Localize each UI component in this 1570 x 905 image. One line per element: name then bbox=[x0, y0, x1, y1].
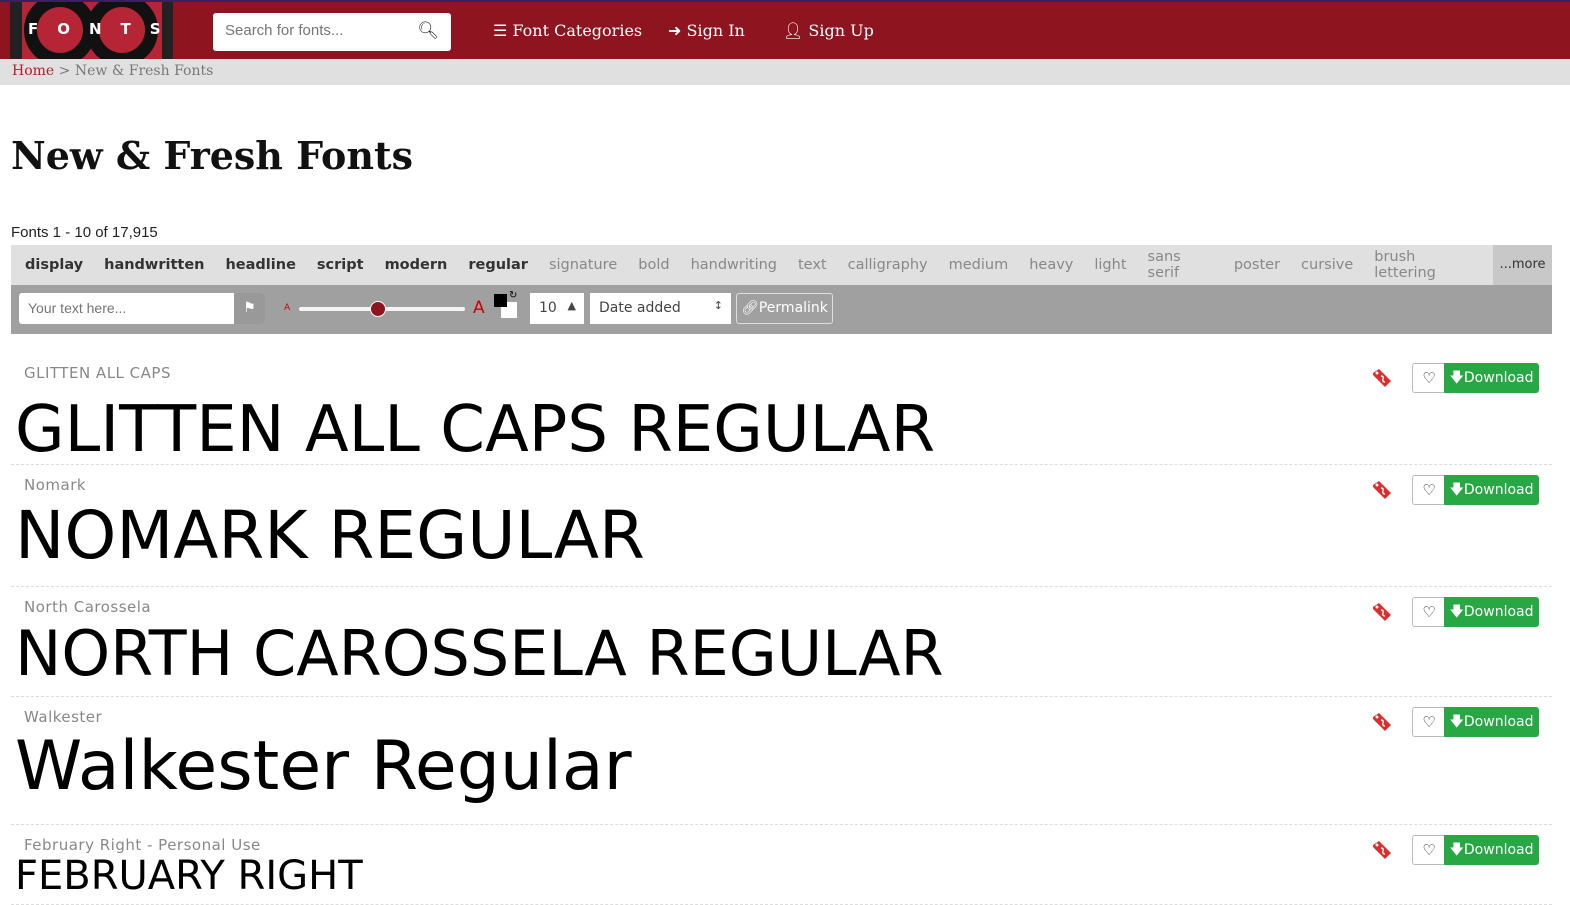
tag-medium[interactable]: medium bbox=[949, 257, 1009, 273]
swap-colors-icon[interactable]: ↻ bbox=[509, 290, 517, 301]
favorite-button[interactable]: ♡ bbox=[1412, 475, 1445, 505]
preview-text-field: ⚑ bbox=[19, 293, 265, 324]
tag-filter-bar: display handwritten headline script modern re… bbox=[11, 245, 1552, 285]
heart-icon: ♡ bbox=[1422, 481, 1436, 499]
site-header: FONTS 🔍︎ ☰ Font Categories ➜ Sign In 👤︎ … bbox=[0, 0, 1570, 60]
price-tag-icon[interactable] bbox=[1371, 479, 1393, 501]
tag-headline[interactable]: headline bbox=[225, 257, 295, 273]
download-button[interactable]: 🡇︎Download bbox=[1444, 707, 1539, 737]
font-name-link[interactable]: February Right - Personal Use bbox=[24, 836, 261, 854]
search-box: 🔍︎ bbox=[213, 13, 451, 51]
nav-font-categories[interactable]: ☰ Font Categories bbox=[493, 21, 642, 40]
size-slider-handle[interactable] bbox=[370, 301, 386, 317]
breadcrumb-separator: > bbox=[58, 63, 71, 79]
tag-script[interactable]: script bbox=[317, 257, 364, 273]
font-entry: February Right - Personal Use FEBRUARY R… bbox=[11, 825, 1552, 905]
arrow-down-icon: 🡇︎ bbox=[1449, 482, 1464, 498]
font-entry: Walkester Walkester Regular ♡ 🡇︎Download bbox=[11, 697, 1552, 825]
favorite-button[interactable]: ♡ bbox=[1412, 363, 1445, 393]
tag-text[interactable]: text bbox=[798, 257, 827, 273]
tag-sans-serif[interactable]: sans serif bbox=[1148, 249, 1213, 281]
font-entry: North Carossela NORTH CAROSSELA REGULAR … bbox=[11, 587, 1552, 697]
tag-handwriting[interactable]: handwriting bbox=[691, 257, 777, 273]
download-button[interactable]: 🡇︎Download bbox=[1444, 475, 1539, 505]
price-tag-icon[interactable] bbox=[1371, 839, 1393, 861]
tag-signature[interactable]: signature bbox=[549, 257, 617, 273]
tag-light[interactable]: light bbox=[1094, 257, 1126, 273]
tag-brush-lettering[interactable]: brush lettering bbox=[1374, 249, 1475, 281]
font-preview[interactable]: NORTH CAROSSELA REGULAR bbox=[15, 617, 944, 690]
foreground-color-swatch[interactable] bbox=[494, 294, 507, 307]
breadcrumb-home[interactable]: Home bbox=[12, 63, 54, 79]
tag-poster[interactable]: poster bbox=[1234, 257, 1280, 273]
tag-handwritten[interactable]: handwritten bbox=[104, 257, 204, 273]
font-preview[interactable]: FEBRUARY RIGHT bbox=[15, 853, 363, 899]
arrow-down-icon: 🡇︎ bbox=[1449, 604, 1464, 620]
search-input[interactable] bbox=[225, 22, 415, 39]
search-icon[interactable]: 🔍︎ bbox=[417, 21, 439, 41]
font-name-link[interactable]: North Carossela bbox=[24, 598, 151, 616]
tag-regular[interactable]: regular bbox=[468, 257, 528, 273]
preview-text-input[interactable] bbox=[28, 300, 228, 316]
favorite-button[interactable]: ♡ bbox=[1412, 707, 1445, 737]
favorite-button[interactable]: ♡ bbox=[1412, 597, 1445, 627]
font-list: GLITTEN ALL CAPS GLITTEN ALL CAPS REGULA… bbox=[11, 353, 1552, 905]
logo-text: FONTS bbox=[28, 20, 173, 38]
select-arrows-icon: ▲︎ bbox=[567, 299, 576, 312]
favorite-button[interactable]: ♡ bbox=[1412, 835, 1445, 865]
price-tag-icon[interactable] bbox=[1371, 601, 1393, 623]
arrow-down-icon: 🡇︎ bbox=[1449, 842, 1464, 858]
sort-select[interactable]: Date added ↕ bbox=[590, 293, 731, 324]
tag-icon[interactable]: ⚑ bbox=[234, 293, 265, 324]
font-name-link[interactable]: Walkester bbox=[24, 708, 102, 726]
size-large-label: A bbox=[473, 298, 485, 318]
per-page-select[interactable]: 10 ▲︎ bbox=[530, 293, 584, 324]
font-name-link[interactable]: GLITTEN ALL CAPS bbox=[24, 364, 171, 382]
size-small-label: A bbox=[284, 303, 291, 313]
price-tag-icon[interactable] bbox=[1371, 711, 1393, 733]
select-arrows-icon: ↕ bbox=[713, 299, 723, 312]
download-button[interactable]: 🡇︎Download bbox=[1444, 363, 1539, 393]
tag-bold[interactable]: bold bbox=[638, 257, 669, 273]
font-name-link[interactable]: Nomark bbox=[24, 476, 86, 494]
download-button[interactable]: 🡇︎Download bbox=[1444, 597, 1539, 627]
permalink-button[interactable]: 🔗︎Permalink bbox=[736, 293, 833, 324]
menu-icon: ☰ bbox=[493, 21, 508, 40]
result-count: Fonts 1 - 10 of 17,915 bbox=[11, 224, 158, 241]
heart-icon: ♡ bbox=[1422, 603, 1436, 621]
tag-calligraphy[interactable]: calligraphy bbox=[848, 257, 928, 273]
price-tag-icon[interactable] bbox=[1371, 367, 1393, 389]
font-preview[interactable]: NOMARK REGULAR bbox=[15, 497, 645, 574]
user-icon: 👤︎ bbox=[783, 21, 804, 40]
font-entry: GLITTEN ALL CAPS GLITTEN ALL CAPS REGULA… bbox=[11, 353, 1552, 465]
breadcrumb-current: New & Fresh Fonts bbox=[74, 63, 214, 79]
link-icon: 🔗︎ bbox=[741, 300, 759, 316]
preview-controls: ⚑ A A ↻ 10▲︎ Date added↕ 🔗︎Permalink bbox=[11, 285, 1552, 334]
tag-modern[interactable]: modern bbox=[385, 257, 448, 273]
heart-icon: ♡ bbox=[1422, 841, 1436, 859]
heart-icon: ♡ bbox=[1422, 713, 1436, 731]
font-preview[interactable]: Walkester Regular bbox=[15, 727, 632, 806]
arrow-down-icon: 🡇︎ bbox=[1449, 714, 1464, 730]
more-tags-button[interactable]: ...more bbox=[1493, 245, 1552, 285]
logo[interactable]: FONTS bbox=[10, 2, 173, 60]
tag-cursive[interactable]: cursive bbox=[1301, 257, 1353, 273]
breadcrumb: Home > New & Fresh Fonts bbox=[0, 59, 1570, 85]
font-preview[interactable]: GLITTEN ALL CAPS REGULAR bbox=[15, 393, 935, 464]
font-entry: Nomark NOMARK REGULAR ♡ 🡇︎Download bbox=[11, 465, 1552, 587]
tag-display[interactable]: display bbox=[25, 257, 83, 273]
tag-heavy[interactable]: heavy bbox=[1029, 257, 1073, 273]
nav-sign-up[interactable]: 👤︎ Sign Up bbox=[783, 21, 874, 40]
download-button[interactable]: 🡇︎Download bbox=[1444, 835, 1539, 865]
arrow-down-icon: 🡇︎ bbox=[1449, 370, 1464, 386]
page-title: New & Fresh Fonts bbox=[11, 133, 413, 178]
sign-in-icon: ➜ bbox=[668, 21, 682, 40]
nav-sign-in[interactable]: ➜ Sign In bbox=[668, 21, 745, 40]
heart-icon: ♡ bbox=[1422, 369, 1436, 387]
